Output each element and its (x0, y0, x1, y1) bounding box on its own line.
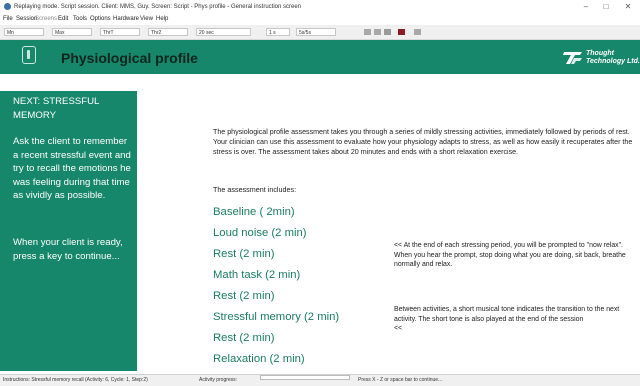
interval-select[interactable]: 1 s (266, 28, 290, 36)
menu-file[interactable]: File (3, 14, 13, 25)
continue-hint: Press X - Z or space bar to continue... (358, 377, 443, 383)
close-button[interactable]: ✕ (620, 0, 636, 14)
instruction-sidebar: NEXT: STRESSFUL MEMORY Ask the client to… (0, 91, 137, 371)
threshold2-field[interactable]: Thr2 (148, 28, 188, 36)
window-titlebar: Replaying mode. Script session. Client: … (0, 0, 640, 14)
menu-bar: File Session Screens Edit Tools Options … (0, 14, 640, 25)
relax-prompt-note: << At the end of each stressing period, … (394, 242, 626, 269)
continue-prompt: When your client is ready, press a key t… (13, 237, 123, 262)
activity-progress-label: Activity progress: (199, 377, 238, 383)
transition-tone-note: Between activities, a short musical tone… (394, 305, 636, 334)
activity-progress-bar (260, 375, 350, 380)
toolbar-swatch-3[interactable] (384, 29, 391, 35)
toolbar: Mn Max ThrT Thr2 20 sec 1 s 5s/5s (0, 25, 640, 40)
includes-label: The assessment includes: (213, 185, 297, 194)
menu-hardware[interactable]: Hardware (113, 14, 139, 25)
epoch-select[interactable]: 5s/5s (296, 28, 336, 36)
menu-help[interactable]: Help (156, 14, 168, 25)
menu-edit[interactable]: Edit (58, 14, 68, 25)
activity-item: Baseline ( 2min) (213, 206, 295, 218)
toolbar-swatch-4[interactable] (398, 29, 405, 35)
max-scale-field[interactable]: Max (52, 28, 92, 36)
activity-item: Rest (2 min) (213, 332, 275, 344)
minimize-button[interactable]: – (578, 0, 594, 14)
activity-item: Loud noise (2 min) (213, 227, 307, 239)
logo-line2: Technology Ltd. (586, 58, 640, 65)
screen-header: Physiological profile Thought Technology… (0, 40, 640, 74)
activity-item: Rest (2 min) (213, 248, 275, 260)
page-title: Physiological profile (61, 50, 198, 66)
hand-icon (22, 46, 36, 64)
window-title: Replaying mode. Script session. Client: … (14, 4, 302, 10)
logo-line1: Thought (586, 50, 614, 57)
status-instructions: Instructions: Stressful memory recall (A… (3, 377, 148, 383)
time-scale-select[interactable]: 20 sec (196, 28, 251, 36)
toolbar-swatch-2[interactable] (374, 29, 381, 35)
activity-item: Relaxation (2 min) (213, 353, 305, 365)
maximize-button[interactable]: □ (598, 0, 614, 14)
client-instruction: Ask the client to remember a recent stre… (13, 136, 131, 201)
logo-mark-icon (563, 52, 582, 64)
thought-technology-logo: Thought Technology Ltd. (563, 48, 640, 68)
transition-tone-text: Between activities, a short musical tone… (394, 306, 620, 323)
app-icon (4, 3, 11, 10)
activity-item: Math task (2 min) (213, 269, 301, 281)
menu-options[interactable]: Options (90, 14, 111, 25)
activity-item: Stressful memory (2 min) (213, 311, 340, 323)
transition-tone-suffix: << (394, 325, 403, 333)
menu-screens[interactable]: Screens (35, 14, 57, 25)
menu-tools[interactable]: Tools (73, 14, 87, 25)
toolbar-swatch-1[interactable] (364, 29, 371, 35)
toolbar-swatch-5[interactable] (414, 29, 421, 35)
threshold1-field[interactable]: ThrT (100, 28, 140, 36)
menu-view[interactable]: View (140, 14, 153, 25)
assessment-intro: The physiological profile assessment tak… (213, 128, 633, 156)
min-scale-field[interactable]: Mn (4, 28, 44, 36)
status-bar: Instructions: Stressful memory recall (A… (0, 374, 640, 386)
next-activity-heading: NEXT: STRESSFUL MEMORY (13, 96, 100, 121)
activity-item: Rest (2 min) (213, 290, 275, 302)
